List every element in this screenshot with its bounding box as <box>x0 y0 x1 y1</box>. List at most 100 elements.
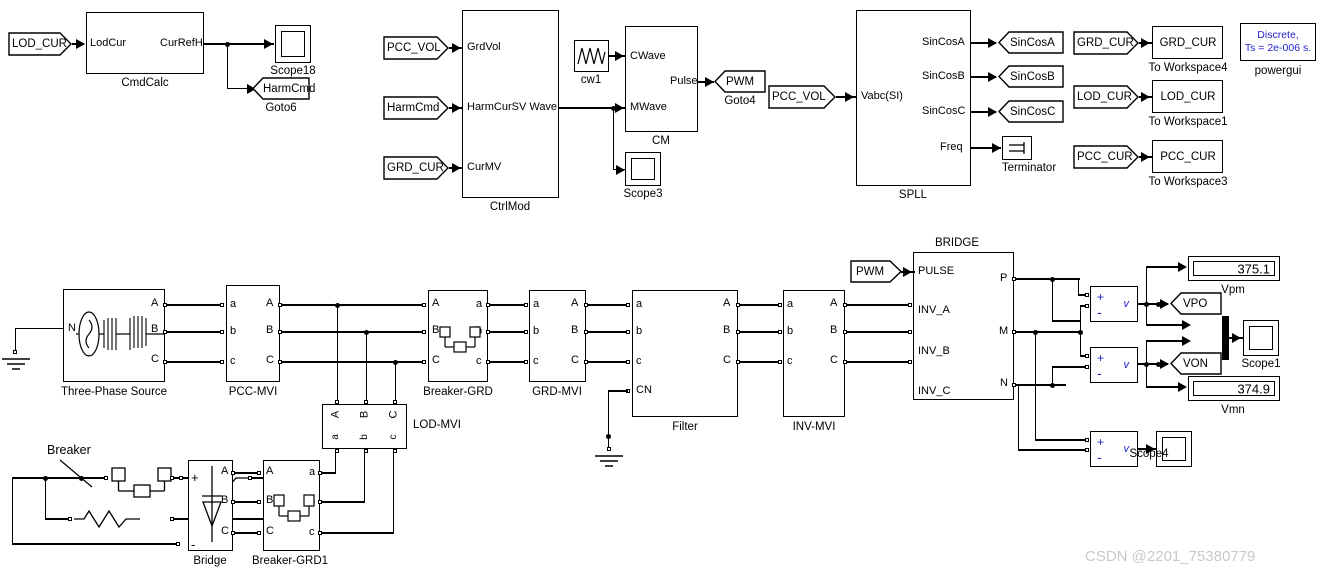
connection-port <box>606 447 611 451</box>
breaker-grd1-out-a: a <box>309 466 316 478</box>
breaker-grd1-label: Breaker-GRD1 <box>251 555 329 567</box>
bridge-bottom-label: Bridge <box>193 555 227 567</box>
connection-port <box>1085 437 1089 442</box>
arrow-icon <box>1182 336 1191 346</box>
connection-port <box>422 330 426 334</box>
inv-mvi-in-a: a <box>787 298 794 310</box>
arrow-icon <box>76 39 85 49</box>
goto-block-von[interactable]: VON <box>1170 352 1222 375</box>
connection-port <box>1085 292 1089 297</box>
spll-out1-label: SinCosA <box>922 36 965 48</box>
filter-in-a: a <box>636 298 643 310</box>
goto-label: HarmCmd <box>263 82 316 95</box>
goto-label: PWM <box>726 75 755 88</box>
filter-out-c: C <box>723 354 731 366</box>
connection-port <box>626 303 630 307</box>
vm-plus: + <box>1097 290 1105 304</box>
bridge-bottom-minus: - <box>191 537 196 552</box>
ctrlmod-in2-label: HarmCurSV Wave <box>467 101 558 113</box>
scope18-label: Scope18 <box>270 65 316 77</box>
block-scope3[interactable] <box>625 152 661 186</box>
bridge-in-inv-a: INV_A <box>918 304 950 316</box>
arrow-icon <box>1141 152 1150 162</box>
lod-mvi-top-a: A <box>329 410 342 419</box>
from-block-pwm[interactable]: PWM <box>850 260 902 283</box>
scope3-label: Scope3 <box>623 188 663 200</box>
filter-in-cn: CN <box>636 384 652 396</box>
filter-in-b: b <box>636 325 643 337</box>
bridge-in-inv-c: INV_C <box>918 385 951 397</box>
display-vpm[interactable]: 375.1 <box>1188 256 1280 281</box>
block-scope18[interactable] <box>275 25 311 63</box>
ctrlmod-in1-label: GrdVol <box>467 41 501 53</box>
grd-mvi-in-b: b <box>533 325 540 337</box>
grd-mvi-out-c: C <box>571 354 579 366</box>
arrow-icon <box>1141 38 1150 48</box>
block-voltage-measurement-2[interactable]: + - v <box>1090 347 1138 383</box>
filter-in-c: c <box>636 355 642 367</box>
lod-mvi-bot-c: c <box>388 434 399 440</box>
ctrlmod-in3-label: CurMV <box>467 161 502 173</box>
arrow-icon <box>1160 299 1169 309</box>
arrow-icon <box>992 143 1001 153</box>
connection-port <box>524 303 528 307</box>
connection-port <box>220 330 224 334</box>
connection-port <box>104 476 108 480</box>
spll-out3-label: SinCosC <box>922 105 966 117</box>
block-voltage-measurement-1[interactable]: + - v <box>1090 286 1138 322</box>
connection-port <box>1085 303 1089 308</box>
pcc-mvi-label: PCC-MVI <box>228 386 278 398</box>
goto-block-harmcmd[interactable]: HarmCmd <box>252 77 315 100</box>
arrow-icon <box>988 38 997 48</box>
connection-port <box>422 360 426 364</box>
from-block-lod-cur[interactable]: LOD_CUR <box>8 32 72 56</box>
vm-plus: + <box>1097 351 1105 365</box>
resistor-icon <box>74 509 140 529</box>
to-workspace4-value: GRD_CUR <box>1159 37 1217 49</box>
from-block-pcc-cur-ws[interactable]: PCC_CUR <box>1073 145 1139 169</box>
from-block-harmcmd[interactable]: HarmCmd <box>383 96 449 120</box>
from-block-pcc-vol-2[interactable]: PCC_VOL <box>768 85 836 109</box>
connection-port <box>13 350 18 354</box>
scope1-label: Scope1 <box>1241 358 1281 370</box>
lod-mvi-bot-a: a <box>330 434 341 440</box>
goto-block-sincosb[interactable]: SinCosB <box>998 65 1064 88</box>
three-phase-source-label: Three-Phase Source <box>60 386 168 398</box>
grd-mvi-out-b: B <box>571 324 579 336</box>
grd-mvi-in-c: c <box>533 355 539 367</box>
goto-block-pwm[interactable]: PWM <box>714 70 766 93</box>
from-block-grd-cur-ws[interactable]: GRD_CUR <box>1073 31 1139 55</box>
lod-mvi-bot-b: b <box>359 434 370 440</box>
cm-in2-label: MWave <box>630 101 667 113</box>
vm-v: v <box>1123 359 1130 371</box>
from-block-grd-cur[interactable]: GRD_CUR <box>383 156 449 180</box>
vpm-value: 375.1 <box>1237 261 1270 276</box>
connection-port <box>176 542 180 546</box>
thyristor-icon <box>202 466 222 542</box>
inv-mvi-label: INV-MVI <box>792 421 836 433</box>
bridge-top-label: BRIDGE <box>934 237 980 249</box>
arrow-icon <box>705 77 714 87</box>
inv-mvi-in-b: b <box>787 325 794 337</box>
goto6-label: Goto6 <box>265 102 297 114</box>
from-block-pcc-vol[interactable]: PCC_VOL <box>383 36 449 60</box>
goto-block-sincosa[interactable]: SinCosA <box>998 31 1064 54</box>
inv-mvi-out-a: A <box>830 297 838 309</box>
arrow-icon <box>988 72 997 82</box>
from-block-lod-cur-ws[interactable]: LOD_CUR <box>1073 85 1139 109</box>
block-powergui[interactable]: Discrete, Ts = 2e-006 s. <box>1240 23 1316 61</box>
from-label: LOD_CUR <box>12 38 67 50</box>
block-scope1[interactable] <box>1243 320 1279 356</box>
breaker-grd1-in-a: A <box>266 465 274 477</box>
bridge-in-inv-b: INV_B <box>918 345 950 357</box>
ctrlmod-label: CtrlMod <box>489 201 531 213</box>
connection-port <box>908 360 912 364</box>
connection-port <box>257 531 261 535</box>
bridge-in-pulse: PULSE <box>918 265 955 277</box>
goto-block-vpo[interactable]: VPO <box>1170 292 1222 315</box>
pcc-mvi-out-a: A <box>266 297 274 309</box>
goto-block-sincosc[interactable]: SinCosC <box>998 100 1064 123</box>
display-vmn[interactable]: 374.9 <box>1188 376 1280 401</box>
block-mux[interactable] <box>1222 316 1229 360</box>
grd-mvi-label: GRD-MVI <box>532 386 582 398</box>
